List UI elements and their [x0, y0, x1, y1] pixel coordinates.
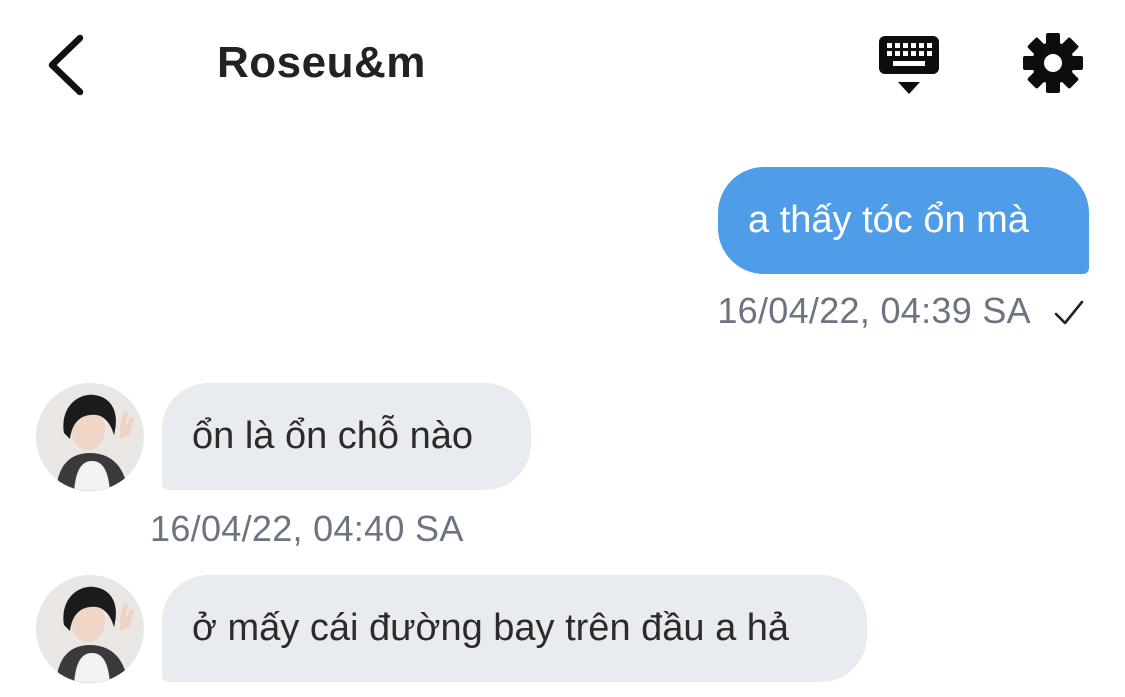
message-text: ổn là ổn chỗ nào [192, 415, 474, 457]
message-bubble-incoming[interactable]: ở mấy cái đường bay trên đầu a hả [162, 575, 867, 682]
keyboard-toggle-button[interactable] [874, 34, 944, 100]
gear-icon [1023, 33, 1083, 93]
settings-button[interactable] [1022, 32, 1084, 94]
message-bubble-outgoing[interactable]: a thấy tóc ổn mà [718, 167, 1089, 274]
chat-header: Roseu&m [0, 0, 1125, 130]
chevron-left-icon [48, 34, 84, 96]
conversation-title[interactable]: Roseu&m [217, 38, 426, 88]
message-text: a thấy tóc ổn mà [748, 199, 1029, 241]
message-bubble-incoming[interactable]: ổn là ổn chỗ nào [162, 383, 531, 490]
back-button[interactable] [40, 30, 100, 100]
avatar[interactable] [36, 383, 144, 491]
message-text: ở mấy cái đường bay trên đầu a hả [192, 607, 790, 649]
message-timestamp: 16/04/22, 04:40 SA [150, 508, 464, 549]
message-timestamp: 16/04/22, 04:39 SA [717, 290, 1031, 331]
avatar[interactable] [36, 575, 144, 683]
checkmark-icon [1054, 300, 1084, 325]
keyboard-hide-icon [879, 36, 939, 94]
